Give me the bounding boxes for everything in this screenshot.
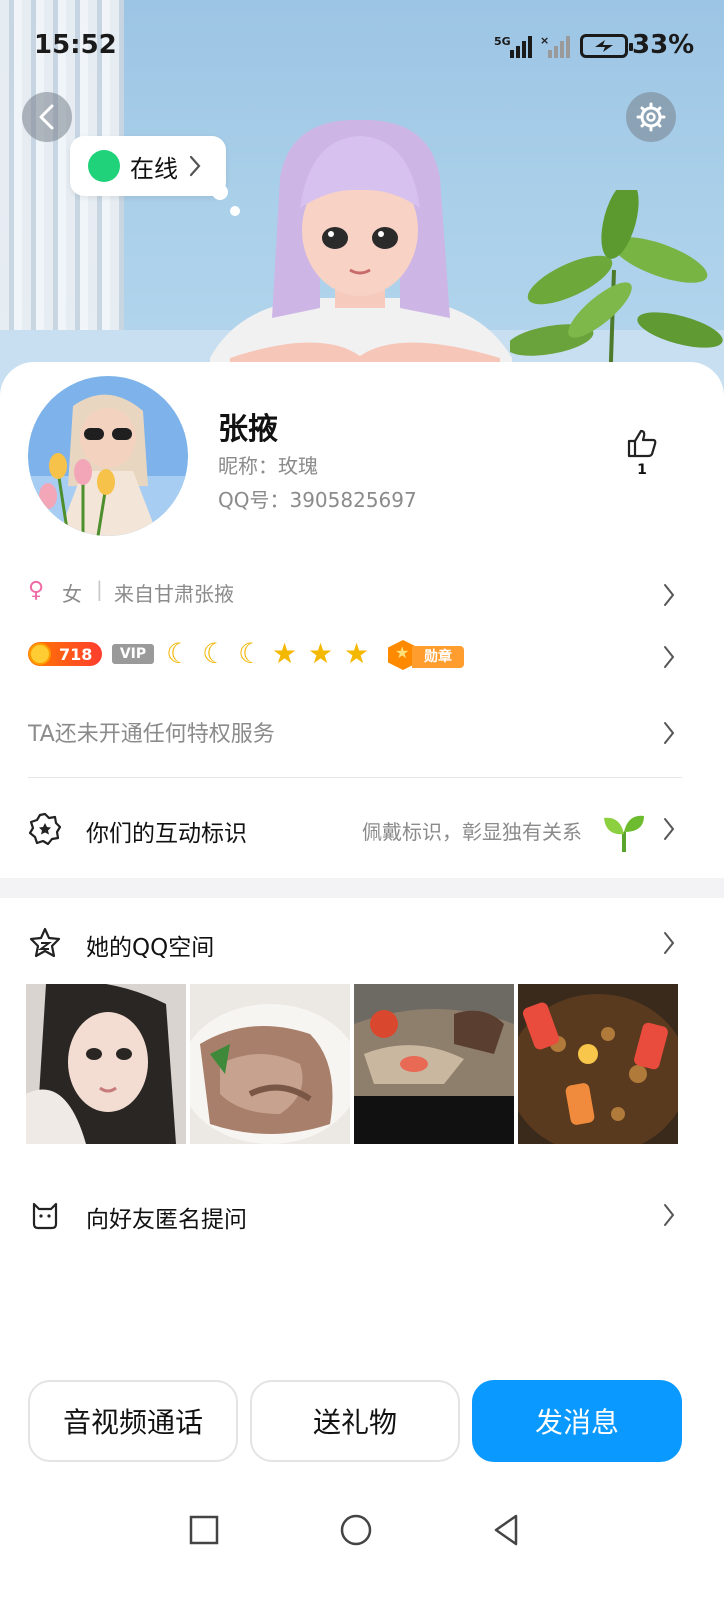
qzone-photo-3[interactable] xyxy=(354,984,514,1144)
female-icon: ♀ xyxy=(28,578,45,603)
moon-icon: ☾ xyxy=(166,637,192,670)
badges-row[interactable]: 718 VIP ☾ ☾ ☾ ★ ★ ★ 勋章 xyxy=(0,638,724,678)
avatar-photo xyxy=(28,376,188,536)
qzone-photo-2[interactable] xyxy=(190,984,350,1144)
chevron-right-icon xyxy=(664,722,675,744)
gender-label: 女 xyxy=(62,582,82,606)
privilege-text: TA还未开通任何特权服务 xyxy=(28,722,275,747)
chevron-right-icon xyxy=(664,584,675,606)
svg-text:5G: 5G xyxy=(494,35,511,48)
online-status-bubble[interactable]: 在线 xyxy=(70,136,226,196)
qzone-photo-1[interactable] xyxy=(26,984,186,1144)
signal-5g-icon: 5G xyxy=(494,35,532,58)
qzone-title: 她的QQ空间 xyxy=(86,935,215,961)
interaction-mark-hint: 佩戴标识，彰显独有关系 xyxy=(362,820,582,844)
bubble-tail xyxy=(212,184,228,200)
gear-icon xyxy=(636,102,666,132)
profile-qq-number: QQ号：3905825697 xyxy=(218,488,417,512)
star-icon: ★ xyxy=(344,637,370,670)
star-icon: ★ xyxy=(272,637,298,670)
profile-name: 张掖 xyxy=(218,412,278,447)
avatar-3d-character xyxy=(210,119,512,378)
food-meat-photo xyxy=(190,984,350,1144)
send-message-button[interactable]: 发消息 xyxy=(472,1380,682,1462)
qzone-photo-strip xyxy=(26,984,680,1144)
chevron-right-icon xyxy=(664,818,675,840)
moon-icon: ☾ xyxy=(202,637,228,670)
section-gap xyxy=(0,878,724,898)
clock: 15:52 xyxy=(34,30,117,60)
online-status-label: 在线 xyxy=(130,154,178,183)
avatar[interactable] xyxy=(28,376,188,536)
star-icon: ★ xyxy=(308,637,334,670)
back-nav-button[interactable] xyxy=(490,1512,522,1548)
level-badge: 718 xyxy=(28,642,102,666)
qzone-photo-4[interactable] xyxy=(518,984,678,1144)
cat-icon xyxy=(32,1202,58,1230)
moon-icon: ☾ xyxy=(238,637,264,670)
sprout-icon xyxy=(604,815,644,852)
plant-decoration xyxy=(510,190,723,390)
qzone-row[interactable]: 她的QQ空间 xyxy=(0,922,724,962)
settings-button[interactable] xyxy=(626,92,676,142)
svg-text:×: × xyxy=(540,34,549,47)
anonymous-question-row[interactable]: 向好友匿名提问 xyxy=(0,1194,724,1234)
chevron-right-icon xyxy=(664,932,675,954)
thumbs-up-icon xyxy=(627,429,657,458)
anonymous-question-title: 向好友匿名提问 xyxy=(86,1207,247,1233)
signal-no-service-icon: × xyxy=(540,34,570,58)
back-button[interactable] xyxy=(22,92,72,142)
coin-icon xyxy=(29,643,51,665)
vip-badge: VIP xyxy=(112,644,154,664)
like-button[interactable]: 1 xyxy=(624,428,660,478)
privilege-row[interactable]: TA还未开通任何特权服务 xyxy=(0,712,724,752)
hometown-label: 来自甘肃张掖 xyxy=(114,582,234,606)
divider xyxy=(28,777,682,778)
av-call-button[interactable]: 音视频通话 xyxy=(28,1380,238,1462)
chevron-right-icon xyxy=(189,155,201,177)
selfie-photo xyxy=(26,984,186,1144)
profile-nickname: 昵称：玫瑰 xyxy=(218,454,318,478)
interaction-mark-title: 你们的互动标识 xyxy=(86,821,247,847)
like-count: 1 xyxy=(637,462,647,478)
send-gift-button[interactable]: 送礼物 xyxy=(250,1380,460,1462)
qzone-star-icon xyxy=(29,927,61,958)
food-hotpot-photo xyxy=(354,984,514,1144)
interaction-mark-row[interactable]: 你们的互动标识 佩戴标识，彰显独有关系 xyxy=(0,808,724,852)
status-bar: 15:52 5G × 33% xyxy=(0,0,724,90)
bubble-tail-small xyxy=(230,206,240,216)
info-separator: | xyxy=(96,577,103,601)
online-dot-icon xyxy=(88,150,120,182)
chevron-left-icon xyxy=(39,104,54,130)
level-value: 718 xyxy=(59,644,93,664)
battery-icon xyxy=(580,34,633,58)
system-nav-bar xyxy=(0,1500,724,1600)
recent-apps-button[interactable] xyxy=(188,1514,220,1546)
medal-label: 勋章 xyxy=(412,646,464,668)
battery-percent: 33% xyxy=(632,30,695,60)
badge-star-icon xyxy=(28,812,62,846)
chevron-right-icon xyxy=(664,646,675,668)
food-bbq-photo xyxy=(518,984,678,1144)
profile-cover: 15:52 5G × 33% 在线 xyxy=(0,0,724,420)
medal-badge: 勋章 xyxy=(388,640,464,670)
home-button[interactable] xyxy=(338,1512,374,1548)
basic-info-row[interactable]: ♀ 女 | 来自甘肃张掖 xyxy=(0,574,724,614)
chevron-right-icon xyxy=(664,1204,675,1226)
